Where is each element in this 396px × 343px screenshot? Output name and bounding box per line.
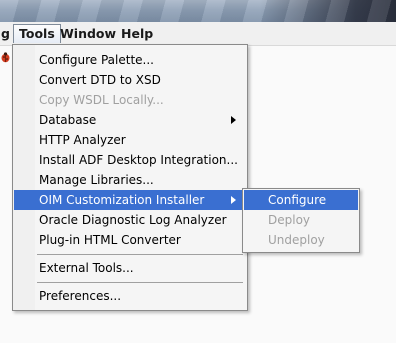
menu-item-oim-customization-installer[interactable]: OIM Customization Installer xyxy=(14,190,244,210)
menu-bar: g Tools Window Help xyxy=(0,22,396,46)
bug-icon[interactable] xyxy=(0,52,11,63)
submenu-item-deploy: Deploy xyxy=(268,213,311,227)
menu-item-database-label: Database xyxy=(39,113,97,127)
menu-item-configure-palette[interactable]: Configure Palette... xyxy=(14,50,244,70)
menu-item-copy-wsdl-locally: Copy WSDL Locally... xyxy=(39,93,164,107)
oim-submenu: Configure Deploy Undeploy xyxy=(242,188,360,253)
tools-dropdown-menu: Configure Palette... Convert DTD to XSD … xyxy=(12,44,248,311)
submenu-arrow-icon xyxy=(231,196,236,204)
menu-help[interactable]: Help xyxy=(116,24,158,43)
menu-item-oracle-diagnostic-log-analyzer[interactable]: Oracle Diagnostic Log Analyzer xyxy=(14,210,244,230)
window-title-bar xyxy=(0,0,396,22)
title-bar-shade xyxy=(260,0,396,22)
menu-separator xyxy=(37,254,243,255)
menu-item-database[interactable]: Database xyxy=(14,110,244,130)
menu-item-install-adf-desktop-integration[interactable]: Install ADF Desktop Integration... xyxy=(14,150,244,170)
menu-item-preferences[interactable]: Preferences... xyxy=(14,286,244,306)
menu-separator xyxy=(37,282,243,283)
menu-item-convert-dtd-to-xsd[interactable]: Convert DTD to XSD xyxy=(14,70,244,90)
menu-item-manage-libraries[interactable]: Manage Libraries... xyxy=(14,170,244,190)
menu-tools[interactable]: Tools xyxy=(13,24,61,43)
menu-item-http-analyzer[interactable]: HTTP Analyzer xyxy=(14,130,244,150)
menu-window[interactable]: Window xyxy=(55,24,121,43)
menu-item-plugin-html-converter[interactable]: Plug-in HTML Converter xyxy=(14,230,244,250)
submenu-arrow-icon xyxy=(231,116,236,124)
menu-item-oim-label: OIM Customization Installer xyxy=(39,193,205,207)
menu-item-external-tools[interactable]: External Tools... xyxy=(14,258,244,278)
submenu-item-configure[interactable]: Configure xyxy=(244,190,358,210)
submenu-item-undeploy: Undeploy xyxy=(268,233,325,247)
